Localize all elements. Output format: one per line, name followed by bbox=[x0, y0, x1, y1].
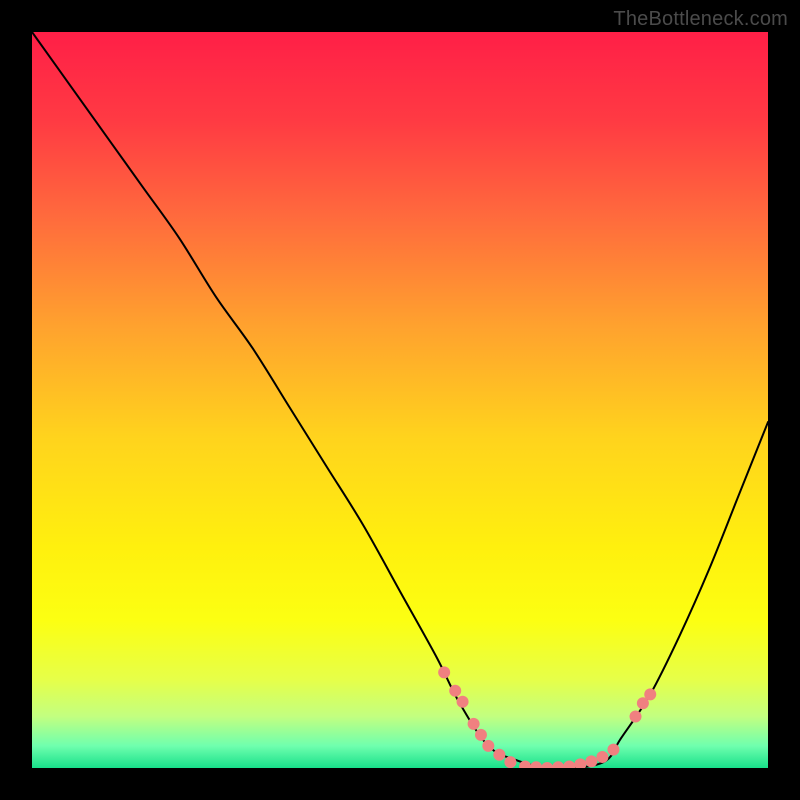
sample-dot bbox=[482, 740, 494, 752]
sample-dot bbox=[449, 685, 461, 697]
sample-dot bbox=[644, 688, 656, 700]
sample-dot bbox=[438, 666, 450, 678]
sample-dot bbox=[493, 749, 505, 761]
sample-dot bbox=[468, 718, 480, 730]
plot-area bbox=[32, 32, 768, 768]
sample-dot bbox=[475, 729, 487, 741]
chart-svg bbox=[32, 32, 768, 768]
sample-dot bbox=[596, 751, 608, 763]
gradient-background bbox=[32, 32, 768, 768]
sample-dot bbox=[504, 756, 516, 768]
sample-dot bbox=[630, 710, 642, 722]
chart-container: TheBottleneck.com bbox=[0, 0, 800, 800]
sample-dot bbox=[457, 696, 469, 708]
watermark-text: TheBottleneck.com bbox=[613, 8, 788, 31]
sample-dot bbox=[607, 744, 619, 756]
sample-dot bbox=[585, 755, 597, 767]
